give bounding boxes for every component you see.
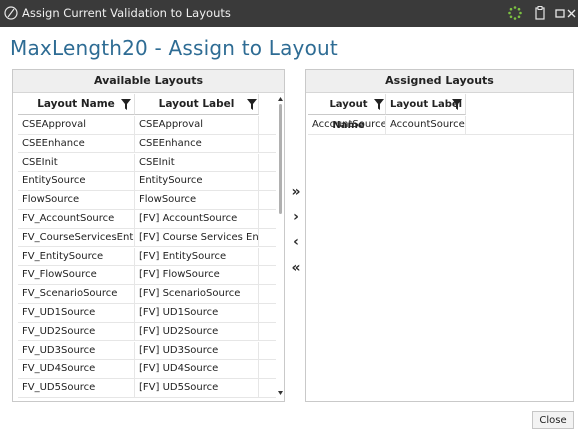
layout-label-cell: [FV] UD2Source bbox=[135, 322, 259, 341]
column-header-layout-name[interactable]: Layout Name bbox=[308, 94, 386, 131]
table-row[interactable]: FlowSource FlowSource bbox=[18, 191, 276, 210]
column-header-layout-label[interactable]: Layout Label bbox=[135, 94, 259, 115]
assigned-layouts-grid: Layout Name Layout Label AccountSource Ac… bbox=[308, 94, 573, 400]
column-header-label: Layout Name bbox=[37, 98, 115, 110]
table-row[interactable]: CSEInit CSEInit bbox=[18, 153, 276, 173]
add-button[interactable]: › bbox=[288, 209, 304, 225]
layout-name-cell: FV_UD3Source bbox=[18, 341, 135, 360]
layout-name-cell: CSEInit bbox=[18, 153, 135, 172]
scrollbar-thumb[interactable] bbox=[279, 104, 282, 214]
close-icon[interactable] bbox=[566, 5, 578, 21]
layout-label-cell: FlowSource bbox=[135, 191, 259, 210]
layout-label-cell: CSEApproval bbox=[135, 116, 259, 134]
filter-icon[interactable] bbox=[121, 99, 131, 110]
page-title: MaxLength20 - Assign to Layout bbox=[10, 36, 338, 60]
layout-label-cell: [FV] AccountSource bbox=[135, 210, 259, 228]
table-row[interactable]: FV_UD1Source [FV] UD1Source bbox=[18, 304, 276, 323]
table-row[interactable]: CSEEnhance CSEEnhance bbox=[18, 134, 276, 154]
layout-name-cell: FV_UD2Source bbox=[18, 322, 135, 341]
table-row[interactable]: FV_AccountSource [FV] AccountSource bbox=[18, 210, 276, 229]
layout-name-cell: EntitySource bbox=[18, 172, 135, 191]
column-header-label: Layout Label bbox=[158, 98, 235, 110]
layout-name-cell: FV_CourseServicesEntities bbox=[18, 228, 135, 247]
add-all-button[interactable]: » bbox=[288, 184, 304, 200]
available-layouts-panel: Available Layouts Layout Name Layout Lab… bbox=[12, 69, 285, 402]
layout-label-cell: [FV] EntitySource bbox=[135, 247, 259, 266]
table-row[interactable]: CSEApproval CSEApproval bbox=[18, 116, 276, 135]
layout-name-cell: FV_UD5Source bbox=[18, 379, 135, 398]
layout-label-cell: AccountSource bbox=[386, 116, 466, 134]
available-layouts-rows: CSEApproval CSEApproval CSEEnhance CSEEnhan… bbox=[18, 116, 276, 400]
layout-label-cell: CSEInit bbox=[135, 153, 259, 172]
scroll-up-icon[interactable] bbox=[277, 96, 284, 102]
remove-all-button[interactable]: « bbox=[288, 260, 304, 276]
filter-icon[interactable] bbox=[374, 99, 384, 110]
table-row[interactable]: FV_CourseServicesEntities[FV] Course Ser… bbox=[18, 228, 276, 248]
vertical-scrollbar[interactable] bbox=[277, 94, 284, 400]
layout-label-cell: CSEEnhance bbox=[135, 134, 259, 153]
layout-label-cell: [FV] UD4Source bbox=[135, 360, 259, 379]
title-bar: Assign Current Validation to Layouts bbox=[0, 0, 578, 27]
assigned-layouts-panel: Assigned Layouts Layout Name Layout Labe… bbox=[305, 69, 574, 402]
table-row[interactable]: EntitySource EntitySource bbox=[18, 172, 276, 191]
layout-label-cell: [FV] UD3Source bbox=[135, 341, 259, 360]
table-row[interactable]: FV_UD5Source [FV] UD5Source bbox=[18, 379, 276, 398]
layout-name-cell: FlowSource bbox=[18, 191, 135, 210]
table-row[interactable]: FV_EntitySource [FV] EntitySource bbox=[18, 247, 276, 267]
layout-label-cell: [FV] ScenarioSource bbox=[135, 285, 259, 304]
assigned-layouts-header: Assigned Layouts bbox=[306, 70, 573, 93]
layout-label-cell: [FV] UD1Source bbox=[135, 304, 259, 322]
layout-name-cell: AccountSource bbox=[308, 116, 386, 134]
layout-name-cell: FV_ScenarioSource bbox=[18, 285, 135, 304]
table-row[interactable]: FV_FlowSource [FV] FlowSource bbox=[18, 266, 276, 285]
table-row[interactable]: FV_ScenarioSource [FV] ScenarioSource bbox=[18, 285, 276, 304]
layout-label-cell: [FV] FlowSource bbox=[135, 266, 259, 285]
layout-label-cell: [FV] Course Services Entities bbox=[135, 228, 259, 247]
filter-icon[interactable] bbox=[452, 99, 462, 110]
table-row[interactable]: AccountSource AccountSource bbox=[308, 116, 573, 135]
clipboard-icon[interactable] bbox=[532, 5, 548, 21]
layout-name-cell: CSEEnhance bbox=[18, 134, 135, 153]
column-header-layout-label[interactable]: Layout Label bbox=[386, 94, 466, 115]
table-row[interactable]: FV_UD3Source [FV] UD3Source bbox=[18, 341, 276, 361]
scroll-down-icon[interactable] bbox=[277, 390, 284, 396]
window-title: Assign Current Validation to Layouts bbox=[22, 6, 231, 20]
layout-name-cell: FV_UD4Source bbox=[18, 360, 135, 379]
table-row[interactable]: FV_UD2Source [FV] UD2Source bbox=[18, 322, 276, 342]
layout-label-cell: [FV] UD5Source bbox=[135, 379, 259, 398]
spinner-icon bbox=[508, 6, 522, 20]
available-layouts-header: Available Layouts bbox=[13, 70, 284, 93]
layout-name-cell: FV_UD1Source bbox=[18, 304, 135, 322]
layout-label-cell: EntitySource bbox=[135, 172, 259, 191]
available-layouts-grid: Layout Name Layout Label CSEApproval CSEA… bbox=[18, 94, 284, 400]
remove-button[interactable]: ‹ bbox=[288, 234, 304, 250]
column-header-layout-name[interactable]: Layout Name bbox=[18, 94, 135, 115]
validation-icon bbox=[4, 6, 18, 20]
layout-name-cell: FV_FlowSource bbox=[18, 266, 135, 285]
table-row[interactable]: FV_UD4Source [FV] UD4Source bbox=[18, 360, 276, 379]
close-button[interactable]: Close bbox=[532, 411, 574, 429]
layout-name-cell: CSEApproval bbox=[18, 116, 135, 134]
layout-name-cell: FV_EntitySource bbox=[18, 247, 135, 266]
layout-name-cell: FV_AccountSource bbox=[18, 210, 135, 228]
filter-icon[interactable] bbox=[247, 99, 257, 110]
assigned-layouts-rows: AccountSource AccountSource bbox=[308, 116, 573, 400]
